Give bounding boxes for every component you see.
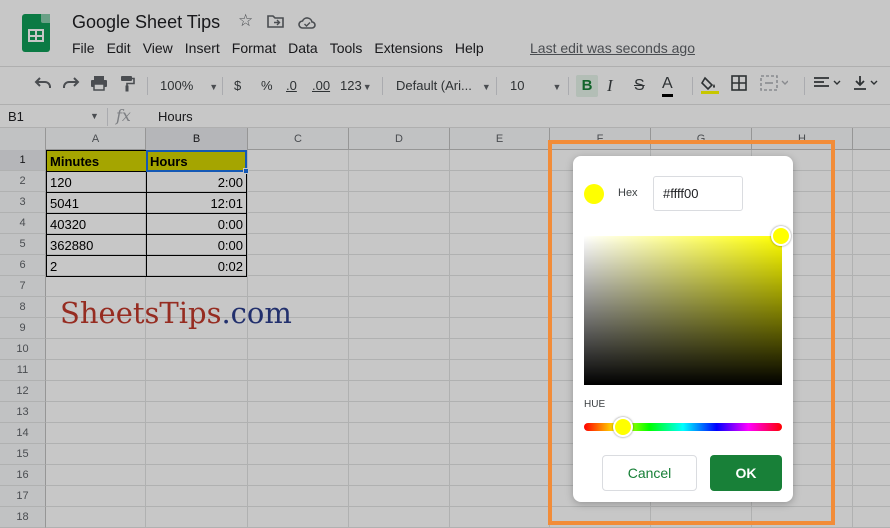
custom-color-dialog: Hex HUE Cancel OK bbox=[573, 156, 793, 502]
selected-color-swatch bbox=[584, 184, 604, 204]
ok-button[interactable]: OK bbox=[710, 455, 782, 491]
saturation-value-handle[interactable] bbox=[771, 226, 791, 246]
saturation-value-picker[interactable] bbox=[584, 236, 782, 385]
hex-label: Hex bbox=[618, 187, 638, 199]
hex-input[interactable] bbox=[653, 176, 743, 211]
hue-label: HUE bbox=[584, 399, 606, 410]
cancel-button[interactable]: Cancel bbox=[602, 455, 697, 491]
hue-slider-handle[interactable] bbox=[613, 417, 633, 437]
sheets-window: Google Sheet Tips ☆ File Edit View Inser… bbox=[0, 0, 890, 528]
